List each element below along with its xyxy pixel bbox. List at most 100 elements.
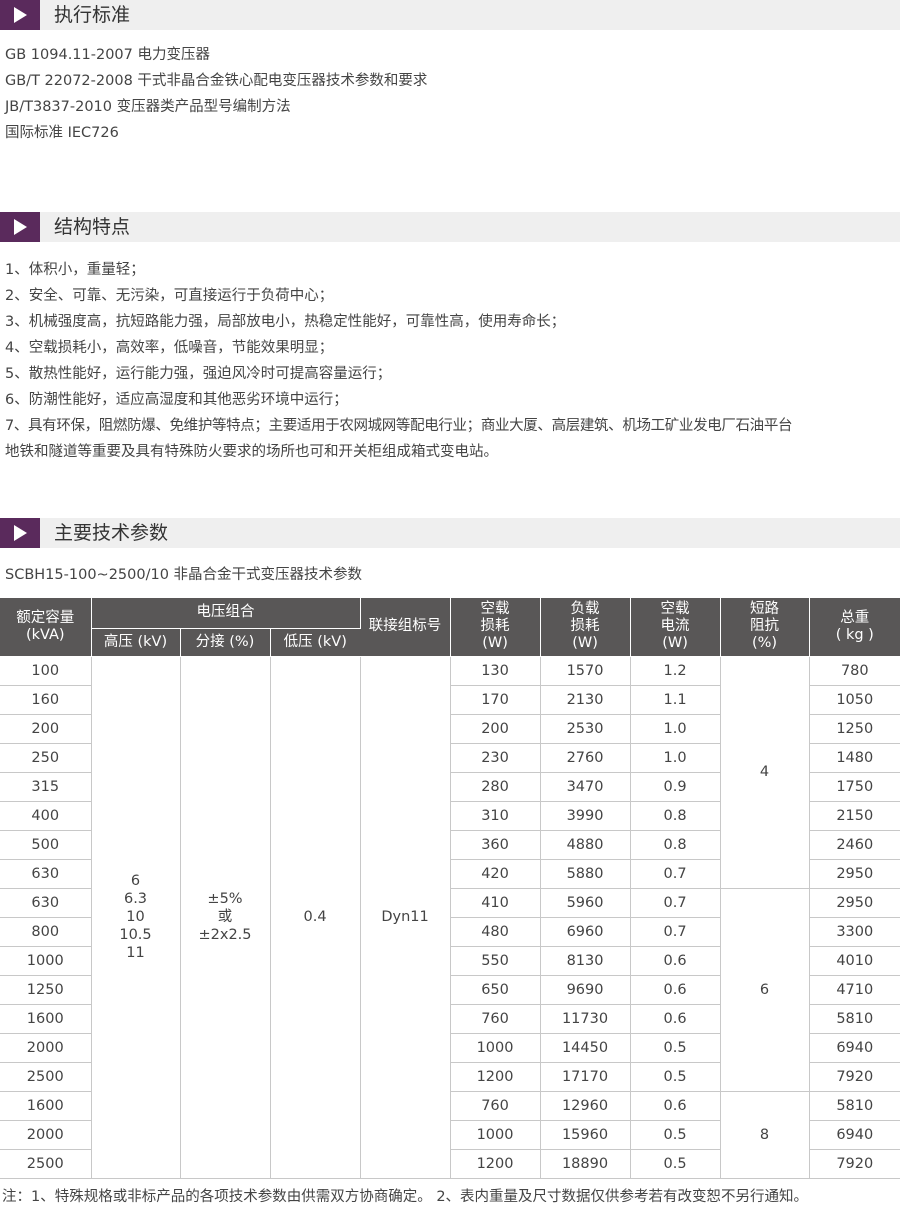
cell-noload-current: 0.5 — [630, 1062, 721, 1092]
header-noload-current: 空载 电流 (W) — [630, 598, 721, 657]
cell-load-loss: 8130 — [540, 946, 631, 976]
cell-capacity: 160 — [0, 685, 92, 715]
tap-value: ±5% — [207, 891, 243, 907]
cell-weight: 1750 — [809, 772, 900, 802]
features-list: 1、体积小，重量轻； 2、安全、可靠、无污染，可直接运行于负荷中心； 3、机械强… — [5, 257, 792, 465]
header-capacity: 额定容量 (kVA) — [0, 598, 92, 657]
cell-tap-merged: ±5% 或 ±2x2.5 — [180, 656, 271, 1179]
cell-weight: 3300 — [809, 917, 900, 947]
cell-impedance-merged: 6 — [720, 888, 810, 1092]
cell-weight: 2150 — [809, 801, 900, 831]
cell-load-loss: 1570 — [540, 656, 631, 686]
cell-weight: 7920 — [809, 1149, 900, 1179]
cell-noload-current: 0.5 — [630, 1033, 721, 1063]
cell-weight: 1250 — [809, 714, 900, 744]
cell-impedance-merged: 8 — [720, 1091, 810, 1179]
cell-load-loss: 18890 — [540, 1149, 631, 1179]
feature-line: 1、体积小，重量轻； — [5, 262, 145, 278]
cell-noload-current: 0.6 — [630, 1004, 721, 1034]
cell-noload-current: 1.1 — [630, 685, 721, 715]
spec-table: 额定容量 (kVA) 电压组合 联接组标号 空载 损耗 (W) 负载 损耗 (W) 空载电… — [0, 598, 900, 1179]
cell-load-loss: 2530 — [540, 714, 631, 744]
hv-value: 10 — [126, 909, 145, 925]
cell-noload-loss: 550 — [450, 946, 541, 976]
cell-noload-loss: 360 — [450, 830, 541, 860]
cell-capacity: 315 — [0, 772, 92, 802]
cell-weight: 6940 — [809, 1120, 900, 1150]
cell-capacity: 1000 — [0, 946, 92, 976]
cell-noload-current: 1.0 — [630, 743, 721, 773]
cell-load-loss: 11730 — [540, 1004, 631, 1034]
cell-noload-loss: 310 — [450, 801, 541, 831]
section-title-params: 主要技术参数 — [54, 522, 169, 544]
cell-noload-loss: 420 — [450, 859, 541, 889]
cell-noload-loss: 410 — [450, 888, 541, 918]
cell-weight: 4710 — [809, 975, 900, 1005]
hv-value: 11 — [126, 945, 145, 961]
cell-noload-loss: 1000 — [450, 1033, 541, 1063]
cell-noload-current: 0.7 — [630, 917, 721, 947]
cell-load-loss: 2760 — [540, 743, 631, 773]
cell-noload-loss: 200 — [450, 714, 541, 744]
cell-noload-current: 1.0 — [630, 714, 721, 744]
cell-load-loss: 6960 — [540, 917, 631, 947]
cell-capacity: 800 — [0, 917, 92, 947]
feature-line: 6、防潮性能好，适应高湿度和其他恶劣环境中运行； — [5, 392, 348, 408]
cell-capacity: 100 — [0, 656, 92, 686]
cell-load-loss: 17170 — [540, 1062, 631, 1092]
cell-noload-loss: 170 — [450, 685, 541, 715]
header-voltage-group: 电压组合 — [91, 598, 361, 629]
cell-capacity: 400 — [0, 801, 92, 831]
cell-weight: 6940 — [809, 1033, 900, 1063]
cell-noload-loss: 130 — [450, 656, 541, 686]
cell-noload-loss: 1200 — [450, 1062, 541, 1092]
cell-capacity: 1600 — [0, 1004, 92, 1034]
cell-weight: 5810 — [809, 1004, 900, 1034]
header-hv: 高压 (kV) — [91, 628, 181, 657]
cell-noload-current: 0.6 — [630, 1091, 721, 1121]
cell-load-loss: 9690 — [540, 975, 631, 1005]
header-impedance: 短路 阻抗 (%) — [720, 598, 810, 657]
section-header-standards: 执行标准 — [0, 0, 900, 30]
cell-impedance-merged: 4 — [720, 656, 810, 889]
cell-load-loss: 14450 — [540, 1033, 631, 1063]
cell-lv-merged: 0.4 — [270, 656, 361, 1179]
cell-capacity: 1600 — [0, 1091, 92, 1121]
standard-line: JB/T3837-2010 变压器类产品型号编制方法 — [5, 99, 291, 115]
cell-capacity: 1250 — [0, 975, 92, 1005]
cell-noload-loss: 230 — [450, 743, 541, 773]
section-header-params: 主要技术参数 — [0, 518, 900, 548]
cell-load-loss: 3470 — [540, 772, 631, 802]
header-tap: 分接 (%) — [180, 628, 271, 657]
cell-load-loss: 5960 — [540, 888, 631, 918]
cell-weight: 2950 — [809, 859, 900, 889]
cell-capacity: 630 — [0, 888, 92, 918]
cell-hv-merged: 6 6.3 10 10.5 11 — [91, 656, 181, 1179]
section-header-features: 结构特点 — [0, 212, 900, 242]
cell-load-loss: 15960 — [540, 1120, 631, 1150]
cell-noload-loss: 280 — [450, 772, 541, 802]
cell-capacity: 500 — [0, 830, 92, 860]
cell-noload-current: 1.2 — [630, 656, 721, 686]
cell-noload-current: 0.5 — [630, 1120, 721, 1150]
cell-capacity: 200 — [0, 714, 92, 744]
cell-noload-current: 0.8 — [630, 830, 721, 860]
hv-value: 10.5 — [119, 927, 152, 943]
cell-weight: 5810 — [809, 1091, 900, 1121]
cell-capacity: 2000 — [0, 1120, 92, 1150]
table-caption: SCBH15-100~2500/10 非晶合金干式变压器技术参数 — [5, 567, 363, 583]
feature-line: 3、机械强度高，抗短路能力强，局部放电小，热稳定性能好，可靠性高，使用寿命长； — [5, 314, 566, 330]
cell-capacity: 2500 — [0, 1149, 92, 1179]
section-title-standards: 执行标准 — [54, 4, 131, 26]
cell-load-loss: 2130 — [540, 685, 631, 715]
header-noload-loss: 空载 损耗 (W) — [450, 598, 541, 657]
tap-value: ±2x2.5 — [198, 927, 252, 943]
cell-weight: 2950 — [809, 888, 900, 918]
cell-capacity: 250 — [0, 743, 92, 773]
cell-weight: 780 — [809, 656, 900, 686]
cell-noload-loss: 1200 — [450, 1149, 541, 1179]
cell-capacity: 2000 — [0, 1033, 92, 1063]
cell-noload-current: 0.7 — [630, 859, 721, 889]
cell-weight: 2460 — [809, 830, 900, 860]
cell-load-loss: 3990 — [540, 801, 631, 831]
